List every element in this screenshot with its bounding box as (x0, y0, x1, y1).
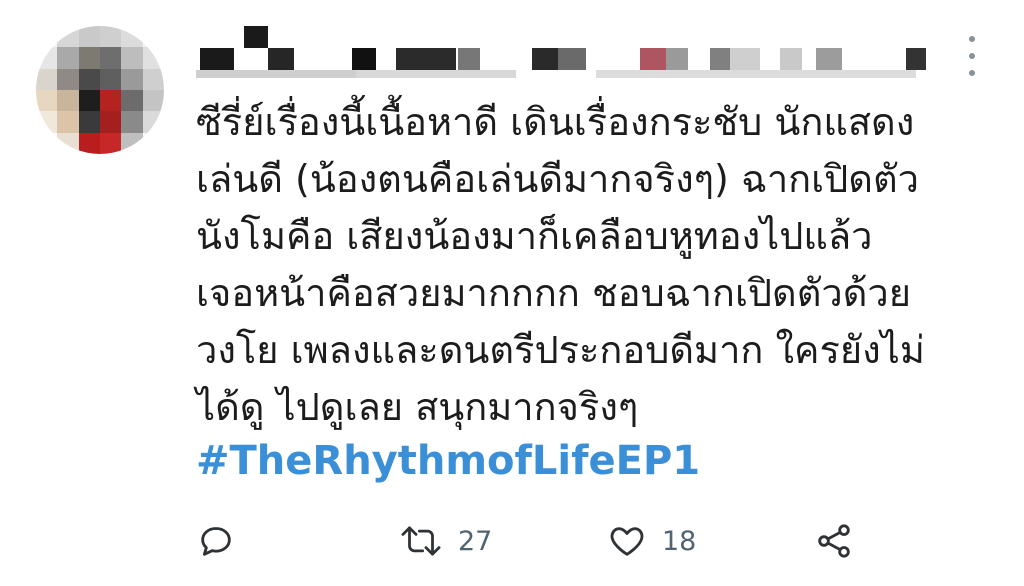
author-name-redacted[interactable] (196, 20, 956, 80)
retweet-icon (401, 526, 441, 556)
like-count: 18 (662, 525, 697, 557)
tweet-text: ซีรี่ย์เรื่องนี้เนื้อหาดี เดินเรื่องกระช… (196, 94, 996, 436)
tweet-actions: 27 18 (196, 516, 876, 566)
share-icon (818, 524, 850, 558)
reply-button[interactable] (196, 516, 236, 566)
like-icon (610, 527, 644, 556)
tweet-text-line: นังโมคือ เสียงน้องมาก็เคลือบหูทองไปแล้ว (196, 214, 873, 258)
retweet-button[interactable]: 27 (398, 516, 492, 566)
tweet-text-line: เจอหน้าคือสวยมากกกก ชอบฉากเปิดตัวด้วย (196, 271, 912, 315)
avatar[interactable] (36, 26, 164, 154)
more-icon[interactable] (964, 36, 980, 76)
retweet-count: 27 (458, 525, 493, 557)
like-button[interactable]: 18 (606, 516, 696, 566)
hashtag-link[interactable]: #TheRhythmofLifeEP1 (196, 438, 700, 484)
tweet-text-line: วงโย เพลงและดนตรีประกอบดีมาก ใครยังไม่ (196, 328, 925, 372)
tweet-text-line: ซีรี่ย์เรื่องนี้เนื้อหาดี เดินเรื่องกระช… (196, 100, 915, 144)
reply-icon (201, 527, 231, 556)
share-button[interactable] (814, 516, 854, 566)
tweet-card[interactable]: ซีรี่ย์เรื่องนี้เนื้อหาดี เดินเรื่องกระช… (0, 0, 1024, 586)
tweet-text-line: ได้ดู ไปดูเลย สนุกมากจริงๆ (196, 385, 639, 429)
tweet-text-line: เล่นดี (น้องตนคือเล่นดีมากจริงๆ) ฉากเปิด… (196, 157, 919, 201)
